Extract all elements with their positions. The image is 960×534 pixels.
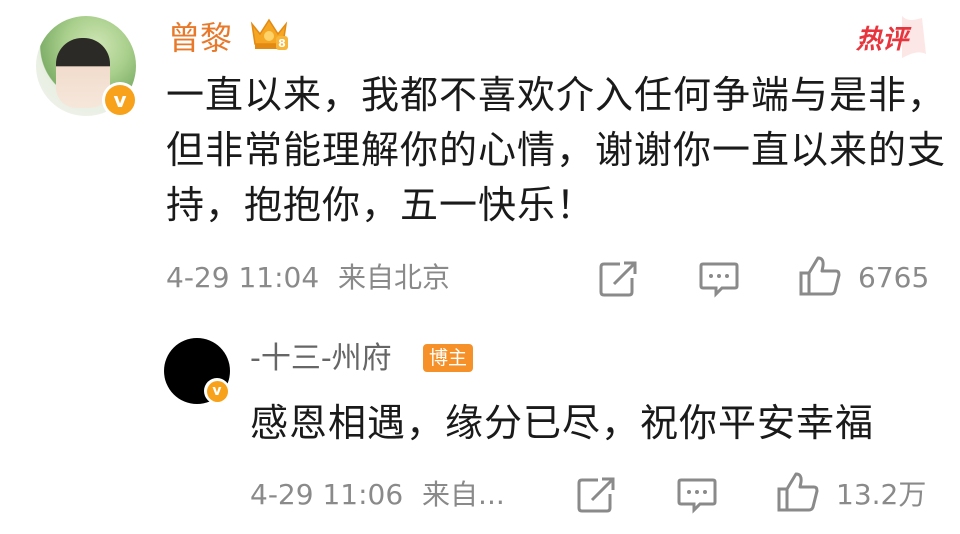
svg-text:8: 8	[278, 37, 286, 50]
comment-meta: 4-29 11:04 来自北京	[166, 261, 450, 295]
hot-comment-icon: 热评	[855, 16, 926, 58]
like-icon[interactable]	[776, 470, 820, 514]
reply-location: 来自...	[422, 478, 505, 511]
comment-author-name[interactable]: 曾黎	[168, 18, 232, 58]
reply-author-avatar[interactable]: v	[164, 338, 230, 404]
svg-text:热评: 热评	[855, 25, 912, 55]
like-icon[interactable]	[798, 254, 842, 298]
verified-icon: v	[204, 378, 230, 404]
comment-time: 4-29 11:04	[166, 261, 320, 294]
crown-icon: 8	[250, 18, 288, 50]
author-avatar[interactable]: v	[36, 16, 138, 118]
comment-location: 来自北京	[338, 261, 451, 294]
share-icon[interactable]	[598, 260, 638, 298]
comment-icon[interactable]	[676, 476, 718, 514]
reply-time: 4-29 11:06	[250, 478, 404, 511]
share-icon[interactable]	[576, 476, 616, 514]
reply-like-count: 13.2万	[836, 478, 927, 511]
comment-icon[interactable]	[698, 260, 740, 298]
reply-meta: 4-29 11:06 来自...	[250, 478, 505, 512]
reply-text: 感恩相遇，缘分已尽，祝你平安幸福	[250, 401, 875, 445]
comment-text: 一直以来，我都不喜欢介入任何争端与是非，但非常能理解你的心情，谢谢你一直以来的支…	[166, 73, 947, 227]
blogger-badge: 博主	[423, 344, 474, 372]
like-count: 6765	[858, 261, 930, 294]
verified-icon: v	[102, 82, 138, 118]
reply-author-name[interactable]: -十三-州府	[250, 340, 392, 378]
